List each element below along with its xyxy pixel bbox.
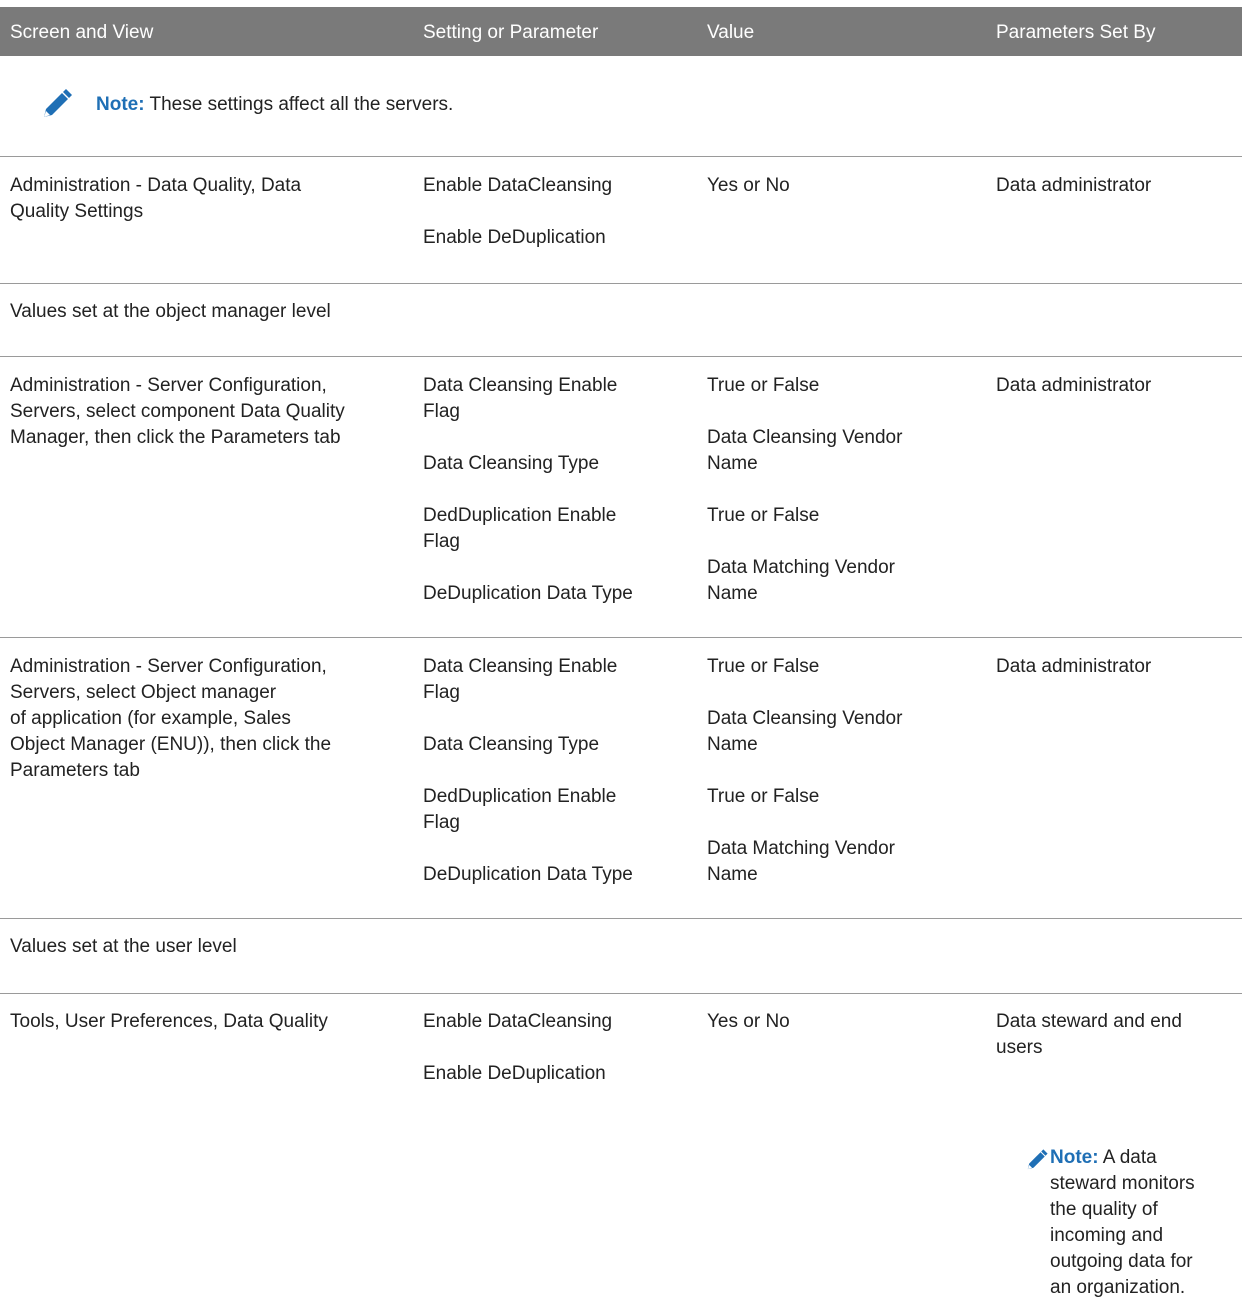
header-setting-or-parameter: Setting or Parameter [423,22,599,43]
set-by-cell: Data steward and end users [996,1011,1182,1058]
note-label: Note: [1050,1147,1099,1168]
header-screen-and-view: Screen and View [10,22,154,43]
set-by-cell: Data administrator [996,175,1152,196]
setting-cell: Enable DataCleansing Enable DeDuplicatio… [423,173,673,251]
value-cell: True or False Data Cleansing Vendor Name… [707,375,903,604]
value-cell: Yes or No [707,1011,790,1032]
row-divider [0,918,1242,919]
header-parameters-set-by: Parameters Set By [996,22,1156,43]
set-by-cell: Data administrator [996,375,1152,396]
section-user-level: Values set at the user level [10,936,237,957]
header-value: Value [707,22,755,43]
value-cell: True or False Data Cleansing Vendor Name… [707,656,903,885]
setting-cell: Data Cleansing Enable Flag Data Cleansin… [423,375,633,604]
screen-view-cell: Tools, User Preferences, Data Quality [10,1011,328,1032]
setting-cell: Data Cleansing Enable Flag Data Cleansin… [423,656,633,885]
setting-enable-deduplication: Enable DeDuplication [423,227,606,248]
row-divider [0,993,1242,994]
setting-cell: Enable DataCleansing Enable DeDuplicatio… [423,1011,613,1084]
value-cell: Yes or No [707,175,790,196]
pencil-icon [1027,1149,1048,1170]
section-object-manager-level: Values set at the object manager level [10,301,331,322]
note-label: Note: [96,94,145,115]
row-divider [0,156,1242,157]
row-divider [0,283,1242,284]
screen-view-cell: Administration - Data Quality, Data Qual… [10,175,302,222]
screen-view-cell: Administration - Server Configuration, S… [10,656,332,781]
setting-enable-datacleansing: Enable DataCleansing [423,175,613,196]
screen-view-cell: Administration - Server Configuration, S… [10,375,345,448]
pencil-icon [44,89,72,117]
row-divider [0,637,1242,638]
set-by-cell: Data administrator [996,656,1152,677]
note-text: These settings affect all the servers. [149,94,454,115]
table-header: Screen and View Setting or Parameter Val… [0,7,1242,56]
row-divider [0,356,1242,357]
note-text-first: A data [1102,1147,1157,1168]
